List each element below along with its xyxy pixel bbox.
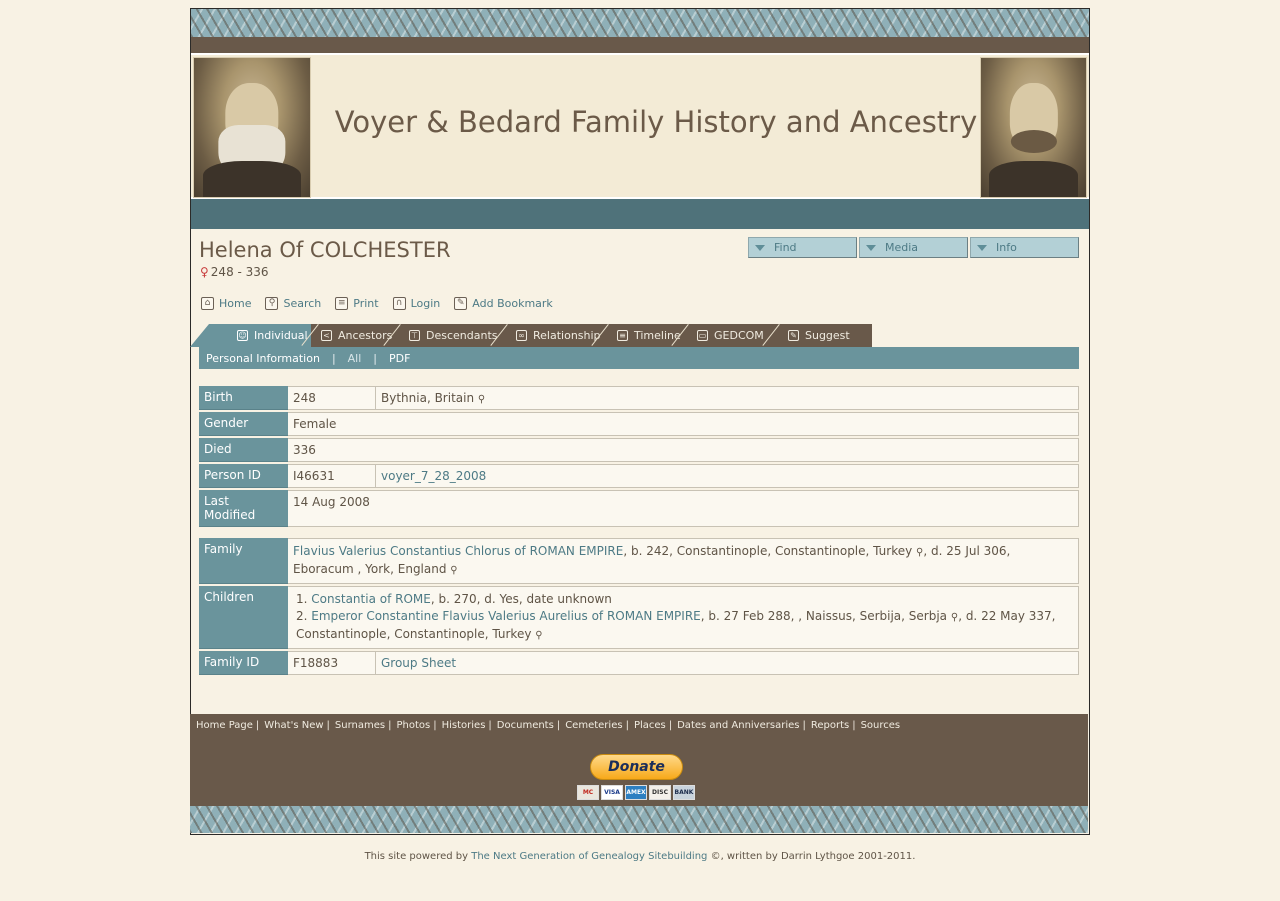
birth-label: Birth bbox=[199, 386, 288, 410]
discover-icon: DISC bbox=[649, 785, 671, 800]
died-label: Died bbox=[199, 438, 288, 462]
content-layer: ⌂ Home ⚲ Search ≡ Print ∩ Login ✎ Add Bookmar… bbox=[190, 8, 1090, 835]
children-label: Children bbox=[199, 586, 288, 649]
family-label: Family bbox=[199, 538, 288, 584]
personal-facts-table: Birth 248 Bythnia, Britain ⚲ Gender Fema… bbox=[199, 384, 1079, 529]
footer-link-sources[interactable]: Sources bbox=[861, 720, 901, 731]
table-row: Family Flavius Valerius Constantius Chlo… bbox=[199, 538, 1079, 584]
search-icon: ⚲ bbox=[265, 297, 279, 310]
last-modified-label: Last Modified bbox=[199, 490, 288, 527]
footer-link-cemeteries[interactable]: Cemeteries bbox=[565, 720, 622, 731]
table-row: Last Modified 14 Aug 2008 bbox=[199, 490, 1079, 527]
birth-date: 248 bbox=[288, 386, 376, 410]
tab-bar: ☺ Individual < Ancestors ⊤ Descendants ∞ Rel… bbox=[190, 324, 872, 347]
home-link[interactable]: ⌂ Home bbox=[201, 297, 251, 310]
print-link[interactable]: ≡ Print bbox=[335, 297, 379, 310]
children-cell: 1. Constantia of ROME, b. 270, d. Yes, d… bbox=[288, 586, 1079, 649]
person-icon: ☺ bbox=[237, 330, 248, 341]
visa-icon: VISA bbox=[601, 785, 623, 800]
table-row: Died 336 bbox=[199, 438, 1079, 462]
personal-information-link[interactable]: Personal Information bbox=[206, 352, 320, 365]
search-link[interactable]: ⚲ Search bbox=[265, 297, 321, 310]
powered-by-text: This site powered by The Next Generation… bbox=[364, 851, 916, 862]
group-sheet-cell: Group Sheet bbox=[376, 651, 1079, 675]
group-sheet-link[interactable]: Group Sheet bbox=[381, 656, 456, 670]
table-row: Person ID I46631 voyer_7_28_2008 bbox=[199, 464, 1079, 488]
tng-link[interactable]: The Next Generation of Genealogy Sitebui… bbox=[471, 851, 707, 862]
footer-link-whats-new[interactable]: What's New bbox=[264, 720, 323, 731]
table-row: Children 1. Constantia of ROME, b. 270, … bbox=[199, 586, 1079, 649]
person-id-label: Person ID bbox=[199, 464, 288, 488]
person-id-value: I46631 bbox=[288, 464, 376, 488]
place-search-icon[interactable]: ⚲ bbox=[478, 394, 485, 405]
footer-link-home-page[interactable]: Home Page bbox=[196, 720, 253, 731]
add-bookmark-link[interactable]: ✎ Add Bookmark bbox=[454, 297, 553, 310]
gender-label: Gender bbox=[199, 412, 288, 436]
suggest-icon: ✎ bbox=[788, 330, 799, 341]
print-icon: ≡ bbox=[335, 297, 349, 310]
footer-link-documents[interactable]: Documents bbox=[497, 720, 554, 731]
footer-link-photos[interactable]: Photos bbox=[396, 720, 430, 731]
place-search-icon[interactable]: ⚲ bbox=[535, 630, 542, 641]
footer-link-places[interactable]: Places bbox=[634, 720, 666, 731]
all-link[interactable]: All bbox=[348, 352, 362, 365]
amex-icon: AMEX bbox=[625, 785, 647, 800]
died-date: 336 bbox=[288, 438, 1079, 462]
table-row: Gender Female bbox=[199, 412, 1079, 436]
mastercard-icon: MC bbox=[577, 785, 599, 800]
tab-suggest[interactable]: ✎ Suggest bbox=[772, 324, 872, 347]
last-modified-value: 14 Aug 2008 bbox=[288, 490, 1079, 527]
ancestors-icon: < bbox=[321, 330, 332, 341]
tab-descendants[interactable]: ⊤ Descendants bbox=[393, 324, 508, 347]
tab-individual[interactable]: ☺ Individual bbox=[190, 324, 319, 347]
lock-icon: ∩ bbox=[392, 297, 406, 310]
footer-link-histories[interactable]: Histories bbox=[442, 720, 486, 731]
family-table: Family Flavius Valerius Constantius Chlo… bbox=[199, 536, 1079, 677]
footer-links: Home Page | What's New | Surnames | Photos |… bbox=[196, 720, 901, 731]
quick-links: ⌂ Home ⚲ Search ≡ Print ∩ Login ✎ Add Bookmar… bbox=[201, 297, 567, 310]
home-icon: ⌂ bbox=[201, 297, 214, 310]
family-id-value: F18883 bbox=[288, 651, 376, 675]
tree-cell: voyer_7_28_2008 bbox=[376, 464, 1079, 488]
gender-value: Female bbox=[288, 412, 1079, 436]
child-link[interactable]: Emperor Constantine Flavius Valerius Aur… bbox=[311, 609, 700, 623]
relationship-icon: ∞ bbox=[516, 330, 527, 341]
gedcom-icon: ▭ bbox=[697, 330, 708, 341]
family-spouse-cell: Flavius Valerius Constantius Chlorus of … bbox=[288, 538, 1079, 584]
child-link[interactable]: Constantia of ROME bbox=[311, 592, 431, 606]
tab-gedcom[interactable]: ▭ GEDCOM bbox=[681, 324, 780, 347]
spouse-link[interactable]: Flavius Valerius Constantius Chlorus of … bbox=[293, 544, 623, 558]
list-item: 2. Emperor Constantine Flavius Valerius … bbox=[296, 609, 1056, 641]
footer-link-reports[interactable]: Reports bbox=[811, 720, 849, 731]
sub-navigation: Personal Information | All | PDF bbox=[199, 347, 1079, 369]
tab-relationship[interactable]: ∞ Relationship bbox=[500, 324, 609, 347]
tab-timeline[interactable]: ≡ Timeline bbox=[601, 324, 689, 347]
bookmark-icon: ✎ bbox=[454, 297, 468, 310]
tab-ancestors[interactable]: < Ancestors bbox=[311, 324, 401, 347]
birth-place: Bythnia, Britain ⚲ bbox=[376, 386, 1079, 410]
footer-pattern bbox=[190, 806, 1088, 833]
login-link[interactable]: ∩ Login bbox=[392, 297, 440, 310]
timeline-icon: ≡ bbox=[617, 330, 628, 341]
bank-icon: BANK bbox=[673, 785, 695, 800]
footer-bar: Home Page | What's New | Surnames | Photos |… bbox=[190, 714, 1088, 806]
descendants-icon: ⊤ bbox=[409, 330, 420, 341]
family-id-label: Family ID bbox=[199, 651, 288, 675]
donate-button[interactable]: Donate bbox=[590, 754, 683, 780]
tree-link[interactable]: voyer_7_28_2008 bbox=[381, 469, 486, 483]
footer-link-surnames[interactable]: Surnames bbox=[335, 720, 385, 731]
footer-link-dates-anniversaries[interactable]: Dates and Anniversaries bbox=[677, 720, 799, 731]
list-item: 1. Constantia of ROME, b. 270, d. Yes, d… bbox=[296, 592, 612, 606]
pdf-link[interactable]: PDF bbox=[389, 352, 410, 365]
table-row: Birth 248 Bythnia, Britain ⚲ bbox=[199, 386, 1079, 410]
table-row: Family ID F18883 Group Sheet bbox=[199, 651, 1079, 675]
payment-cards: MC VISA AMEX DISC BANK bbox=[577, 785, 695, 800]
place-search-icon[interactable]: ⚲ bbox=[450, 565, 457, 576]
